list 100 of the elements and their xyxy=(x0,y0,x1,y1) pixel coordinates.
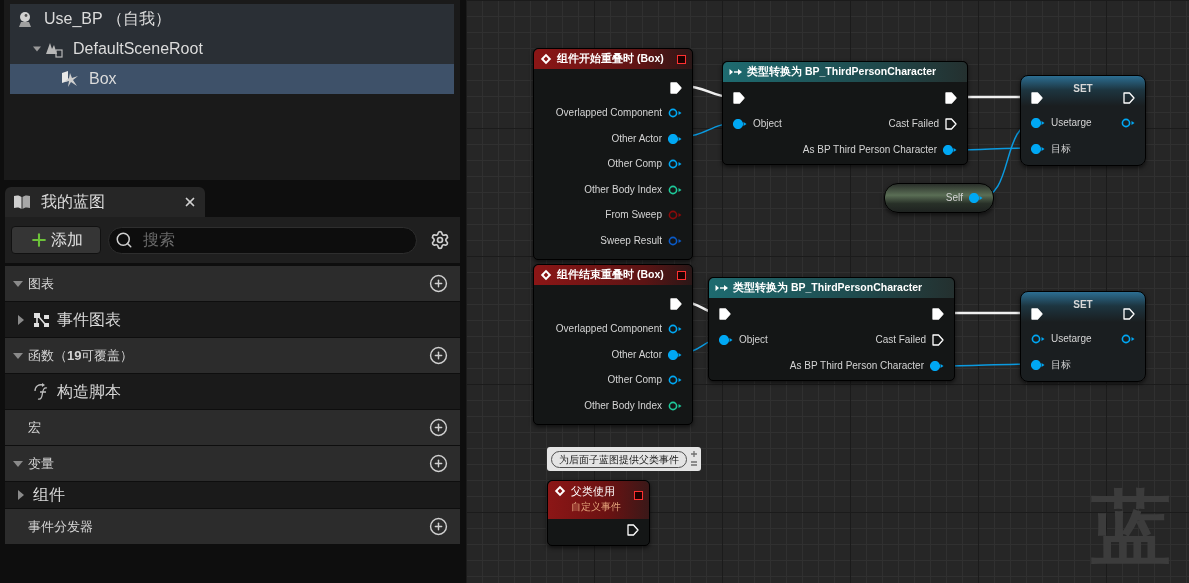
search-field[interactable]: 搜索 xyxy=(108,226,417,254)
tree-item[interactable]: DefaultSceneRoot xyxy=(10,34,454,64)
cast-node[interactable]: 类型转换为 BP_ThirdPersonCharacter Object Cast Failed As BP Third Person Character xyxy=(722,61,968,165)
pin-label: 目标 xyxy=(1051,359,1071,370)
pin-label: Other Body Index xyxy=(584,400,662,411)
item-label: 组件 xyxy=(33,485,65,505)
pin-label: As BP Third Person Character xyxy=(802,145,937,155)
pin-label: Usetarge xyxy=(1051,118,1092,129)
section-title: 事件分发器 xyxy=(28,517,94,536)
section-title: 宏 xyxy=(28,418,42,437)
add-icon[interactable] xyxy=(429,517,448,536)
section-item[interactable]: 构造脚本 xyxy=(5,374,460,409)
exec-pin-icon[interactable] xyxy=(670,81,682,94)
collapse-arrow-icon[interactable] xyxy=(32,44,42,54)
pin-label: From Sweep xyxy=(605,210,662,221)
tree-item-label: Use_BP （自我） xyxy=(44,9,171,29)
set-node[interactable]: SET Usetarge 目标 xyxy=(1020,291,1146,382)
delegate-pin-icon[interactable] xyxy=(677,54,686,64)
section-title: 函数（19可覆盖） xyxy=(28,346,135,365)
add-icon[interactable] xyxy=(429,346,448,365)
collision-box-icon xyxy=(61,70,79,88)
section-header[interactable]: 变量 xyxy=(5,446,460,481)
delegate-pin-icon[interactable] xyxy=(677,270,686,280)
pin-label: Other Comp xyxy=(607,159,662,170)
tree-item[interactable]: Use_BP （自我） xyxy=(10,4,454,34)
add-icon[interactable] xyxy=(429,274,448,293)
plus-icon xyxy=(29,230,49,250)
pin-label: Other Comp xyxy=(607,375,662,386)
event-node[interactable]: 组件结束重叠时 (Box) Overlapped Component Other Actor Other Comp Other Body Index xyxy=(533,264,693,425)
book-icon xyxy=(13,194,31,210)
cast-icon xyxy=(729,68,743,76)
exec-pin-icon[interactable] xyxy=(670,297,682,310)
section-header[interactable]: 事件分发器 xyxy=(5,509,460,544)
exec-pin-icon[interactable] xyxy=(1123,91,1135,104)
section-title: 变量 xyxy=(28,454,55,473)
event-diamond-icon xyxy=(540,269,552,281)
event-diamond-icon xyxy=(540,53,552,65)
pin-label: Self xyxy=(945,193,963,203)
pin-label: Sweep Result xyxy=(600,235,662,246)
node-title: 组件开始重叠时 (Box) xyxy=(557,51,665,67)
section-item[interactable]: 事件图表 xyxy=(5,302,460,337)
exec-pin-icon[interactable] xyxy=(1031,91,1043,104)
pin-label: Object xyxy=(739,335,768,345)
pin-label: Overlapped Component xyxy=(555,324,662,335)
settings-icon[interactable] xyxy=(430,230,450,250)
node-title: 类型转换为 BP_ThirdPersonCharacter xyxy=(733,280,923,296)
item-label: 事件图表 xyxy=(57,309,121,330)
exec-pin-icon[interactable] xyxy=(719,308,731,320)
exec-pin-icon[interactable] xyxy=(945,118,957,130)
self-node[interactable]: Self xyxy=(884,183,994,213)
pin-label: Usetarge xyxy=(1051,334,1092,345)
pin-label: Cast Failed xyxy=(888,119,939,129)
custom-event-node[interactable]: 父类使用 自定义事件 xyxy=(547,480,650,546)
pin-label: 目标 xyxy=(1051,143,1071,154)
pin-label: Other Body Index xyxy=(584,184,662,195)
tree-item-label: Box xyxy=(89,69,117,89)
event-diamond-icon xyxy=(554,485,566,497)
add-icon[interactable] xyxy=(429,418,448,437)
graph-canvas[interactable] xyxy=(466,0,1189,583)
tree-item[interactable]: Box xyxy=(10,64,454,94)
pin-label: Other Actor xyxy=(611,133,662,144)
section-header[interactable]: 图表 xyxy=(5,266,460,301)
search-input[interactable]: 搜索 xyxy=(143,228,410,252)
cast-node[interactable]: 类型转换为 BP_ThirdPersonCharacter Object Cast Failed As BP Third Person Character xyxy=(708,277,955,381)
section-item[interactable]: 组件 xyxy=(5,482,460,508)
add-button[interactable]: 添加 xyxy=(11,226,101,254)
cast-icon xyxy=(715,284,729,292)
exec-pin-icon[interactable] xyxy=(1123,307,1135,320)
exec-pin-icon[interactable] xyxy=(627,524,639,536)
tab-label: 我的蓝图 xyxy=(41,192,106,212)
exec-pin-icon[interactable] xyxy=(733,92,745,104)
node-title: 组件结束重叠时 (Box) xyxy=(557,267,665,283)
node-title: SET xyxy=(1072,82,1094,96)
search-icon xyxy=(115,231,133,249)
close-icon[interactable] xyxy=(183,195,197,209)
exec-pin-icon[interactable] xyxy=(945,92,957,104)
exec-pin-icon[interactable] xyxy=(1031,307,1043,320)
section-title: 图表 xyxy=(28,274,55,293)
event-node[interactable]: 组件开始重叠时 (Box) Overlapped Component Other Actor Other Comp Other Body Index From Sweep Sweep Result xyxy=(533,48,693,260)
pin-label: Object xyxy=(753,119,782,129)
pin-label: Overlapped Component xyxy=(555,108,662,119)
node-subtitle: 自定义事件 xyxy=(571,500,622,514)
node-title: 父类使用 xyxy=(571,485,616,498)
pin-label: Cast Failed xyxy=(875,335,926,345)
graph-icon xyxy=(33,311,51,328)
exec-pin-icon[interactable] xyxy=(932,308,944,320)
node-title: 类型转换为 BP_ThirdPersonCharacter xyxy=(747,64,937,80)
comment-bubble[interactable]: 为后面子蓝图提供父类事件 xyxy=(547,447,701,471)
actor-icon xyxy=(16,10,34,28)
set-node[interactable]: SET Usetarge 目标 xyxy=(1020,75,1146,166)
item-label: 构造脚本 xyxy=(57,381,121,402)
pin-label: As BP Third Person Character xyxy=(789,361,924,371)
my-blueprint-tab[interactable]: 我的蓝图 xyxy=(5,187,205,217)
delegate-pin-icon[interactable] xyxy=(634,491,643,500)
pin-label: Other Actor xyxy=(611,349,662,360)
add-icon[interactable] xyxy=(429,454,448,473)
node-title: SET xyxy=(1072,298,1094,312)
section-header[interactable]: 宏 xyxy=(5,410,460,445)
section-header[interactable]: 函数（19可覆盖） xyxy=(5,338,460,373)
exec-pin-icon[interactable] xyxy=(932,334,944,346)
